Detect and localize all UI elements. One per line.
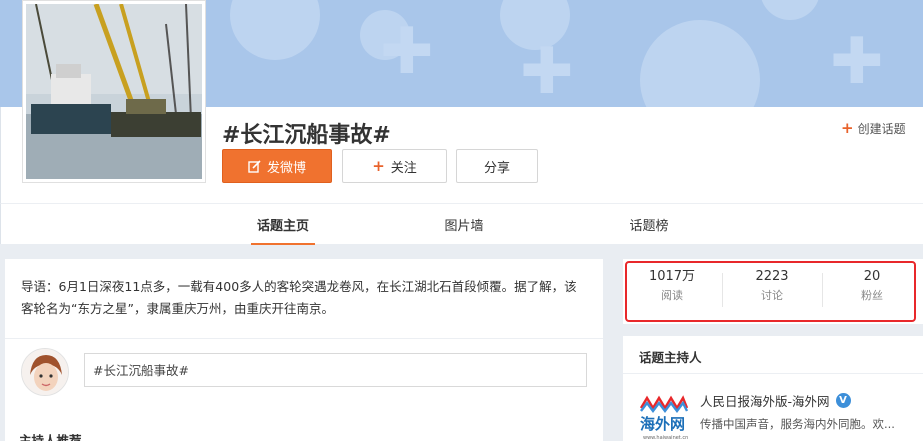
follow-label: 关注	[390, 160, 417, 176]
highlight-outline	[625, 261, 916, 322]
tab-label: 话题主页	[256, 219, 309, 234]
tab-label: 话题榜	[629, 219, 669, 234]
topic-intro-card: 导语：6月1日深夜11点多，一载有400多人的客轮突遇龙卷风，在长江湖北石首段倾…	[5, 259, 603, 441]
topic-post-input[interactable]: #长江沉船事故#	[84, 353, 587, 387]
haiwainet-logo[interactable]: 海外网 www.haiwainet.cn	[639, 394, 689, 441]
topic-host-card: 话题主持人 海外网 www.haiwainet.cn 人民日报海外版-海外网 V…	[623, 336, 923, 441]
host-name: 人民日报海外版-海外网	[700, 394, 830, 409]
share-label: 分享	[483, 160, 510, 176]
banner-puzzle-icon: ✚	[380, 15, 434, 89]
avatar-image	[22, 349, 68, 395]
post-weibo-button[interactable]: 发微博	[222, 149, 332, 183]
plus-icon: +	[372, 157, 385, 175]
host-card-title: 话题主持人	[639, 350, 702, 365]
create-topic-label: 创建话题	[857, 122, 906, 136]
banner-decoration	[230, 0, 320, 60]
verified-icon: V	[835, 393, 851, 408]
topic-intro-text: 导语：6月1日深夜11点多，一载有400多人的客轮突遇龙卷风，在长江湖北石首段倾…	[21, 279, 577, 316]
tab-image-wall[interactable]: 图片墙	[436, 204, 492, 245]
tab-topic-home[interactable]: 话题主页	[251, 204, 315, 245]
create-topic-link[interactable]: + 创建话题	[841, 120, 906, 137]
plus-icon: +	[841, 119, 854, 137]
banner-puzzle-icon: ✚	[830, 25, 884, 99]
host-description: 传播中国声音，服务海内外同胞。欢...	[700, 417, 895, 431]
edit-icon	[248, 159, 261, 173]
capsized-ship-photo	[26, 4, 202, 179]
banner-decoration	[760, 0, 820, 20]
topic-tab-bar: 话题主页 图片墙 话题榜	[0, 203, 923, 245]
host-name-link[interactable]: 人民日报海外版-海外网 V	[700, 391, 851, 410]
topic-title: #长江沉船事故#	[222, 123, 391, 148]
share-button[interactable]: 分享	[456, 149, 538, 183]
topic-cover-image	[22, 0, 206, 183]
tab-topic-ranking[interactable]: 话题榜	[621, 204, 677, 245]
divider	[623, 373, 923, 374]
divider	[5, 338, 603, 339]
tab-label: 图片墙	[444, 219, 484, 234]
follow-button[interactable]: + 关注	[342, 149, 447, 183]
user-avatar[interactable]	[21, 348, 69, 396]
banner-puzzle-icon: ✚	[520, 35, 574, 107]
post-weibo-label: 发微博	[266, 160, 306, 176]
svg-text:www.haiwainet.cn: www.haiwainet.cn	[643, 435, 688, 441]
svg-text:海外网: 海外网	[640, 415, 685, 433]
host-recommend-heading: 主持人推荐	[19, 433, 82, 441]
banner-decoration	[640, 20, 760, 107]
